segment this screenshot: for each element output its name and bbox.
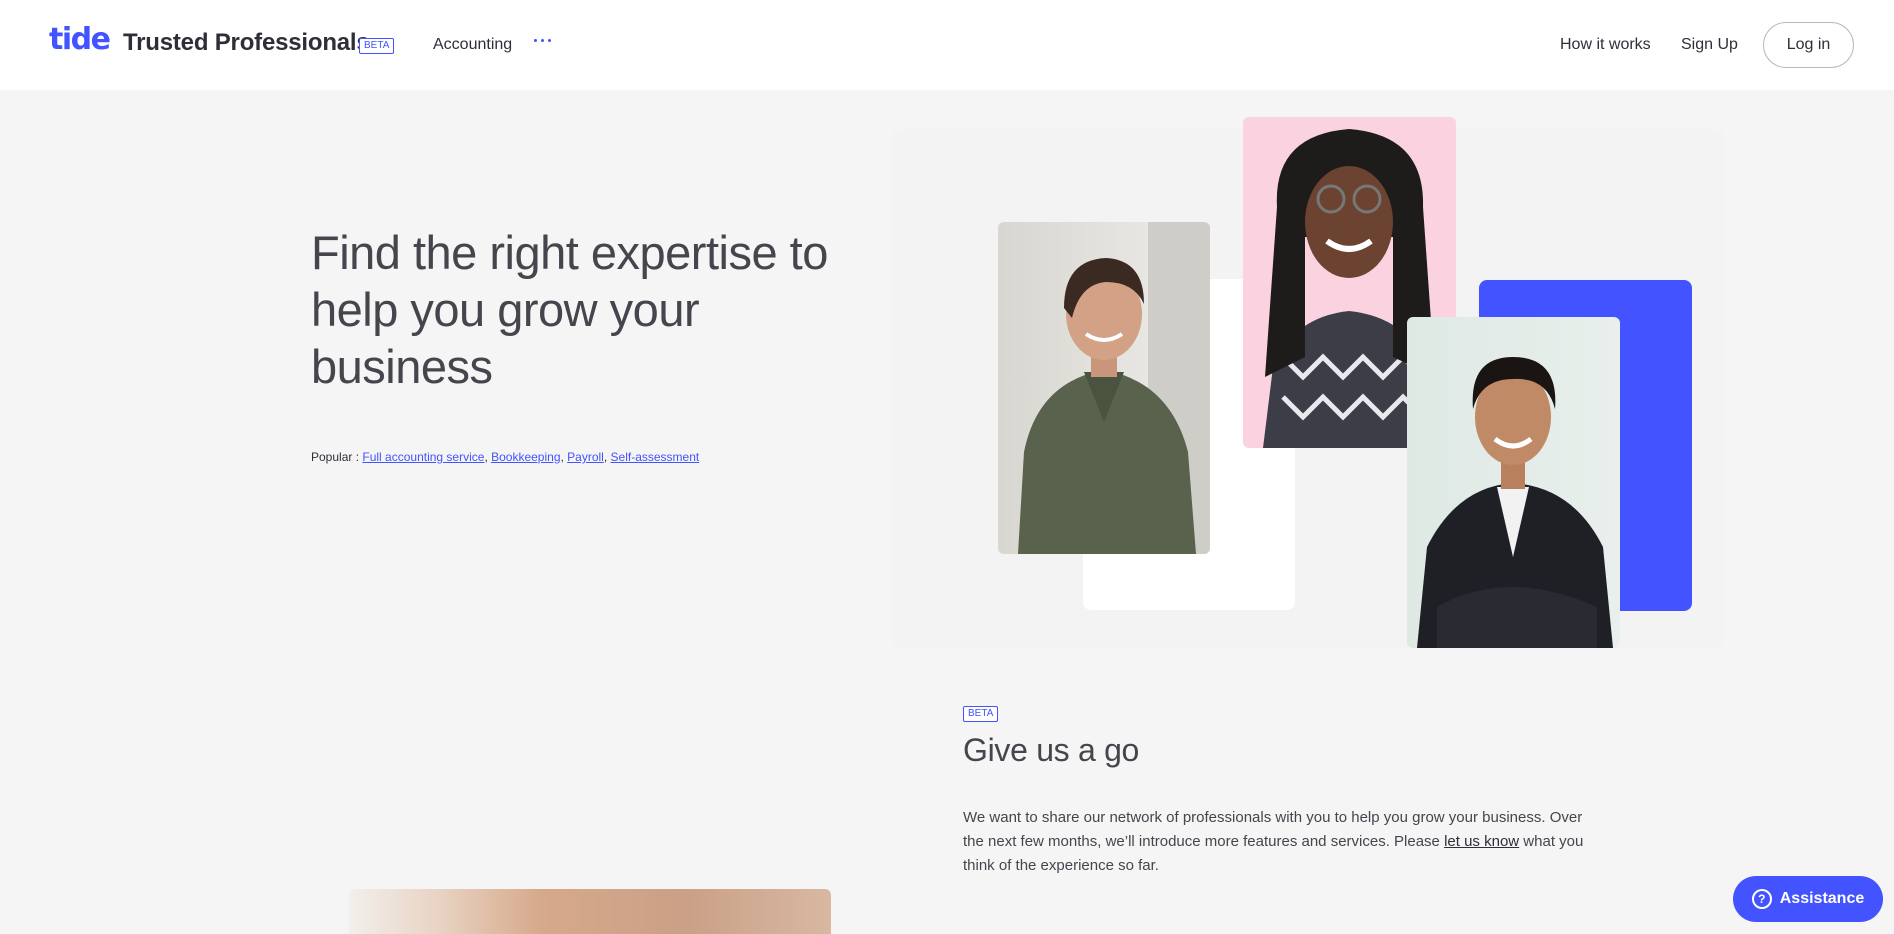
tide-logo[interactable]: tide <box>49 22 111 57</box>
professional-photo-man-suit <box>1407 317 1620 648</box>
nav-sign-up[interactable]: Sign Up <box>1681 36 1738 54</box>
product-name: Trusted Professionals <box>123 29 370 56</box>
popular-link-full-accounting[interactable]: Full accounting service <box>362 450 484 464</box>
section-image <box>349 889 831 934</box>
more-icon[interactable] <box>534 34 551 46</box>
header: tide Trusted Professionals BETA Accounti… <box>0 0 1894 90</box>
assistance-button[interactable]: ? Assistance <box>1733 876 1883 922</box>
popular-label: Popular : <box>311 450 360 464</box>
person-illustration <box>1417 357 1613 648</box>
login-button[interactable]: Log in <box>1763 22 1854 68</box>
popular-link-self-assessment[interactable]: Self-assessment <box>611 450 700 464</box>
hero-illustration <box>893 117 1723 649</box>
beta-badge: BETA <box>963 706 999 722</box>
popular-searches: Popular : Full accounting service, Bookk… <box>311 450 700 464</box>
beta-badge: BETA <box>359 38 395 54</box>
hero-title: Find the right expertise to help you gro… <box>311 226 828 393</box>
nav-accounting[interactable]: Accounting <box>433 36 512 54</box>
section-description: We want to share our network of professi… <box>963 806 1603 878</box>
help-icon: ? <box>1751 889 1772 909</box>
professional-photo-woman-green-shirt <box>998 222 1210 554</box>
assistance-label: Assistance <box>1779 890 1865 907</box>
nav-how-it-works[interactable]: How it works <box>1560 36 1651 54</box>
popular-link-payroll[interactable]: Payroll <box>567 450 604 464</box>
popular-link-bookkeeping[interactable]: Bookkeeping <box>491 450 560 464</box>
section-title: Give us a go <box>963 732 1140 768</box>
person-illustration <box>1018 222 1210 554</box>
let-us-know-link[interactable]: let us know <box>1444 833 1519 850</box>
